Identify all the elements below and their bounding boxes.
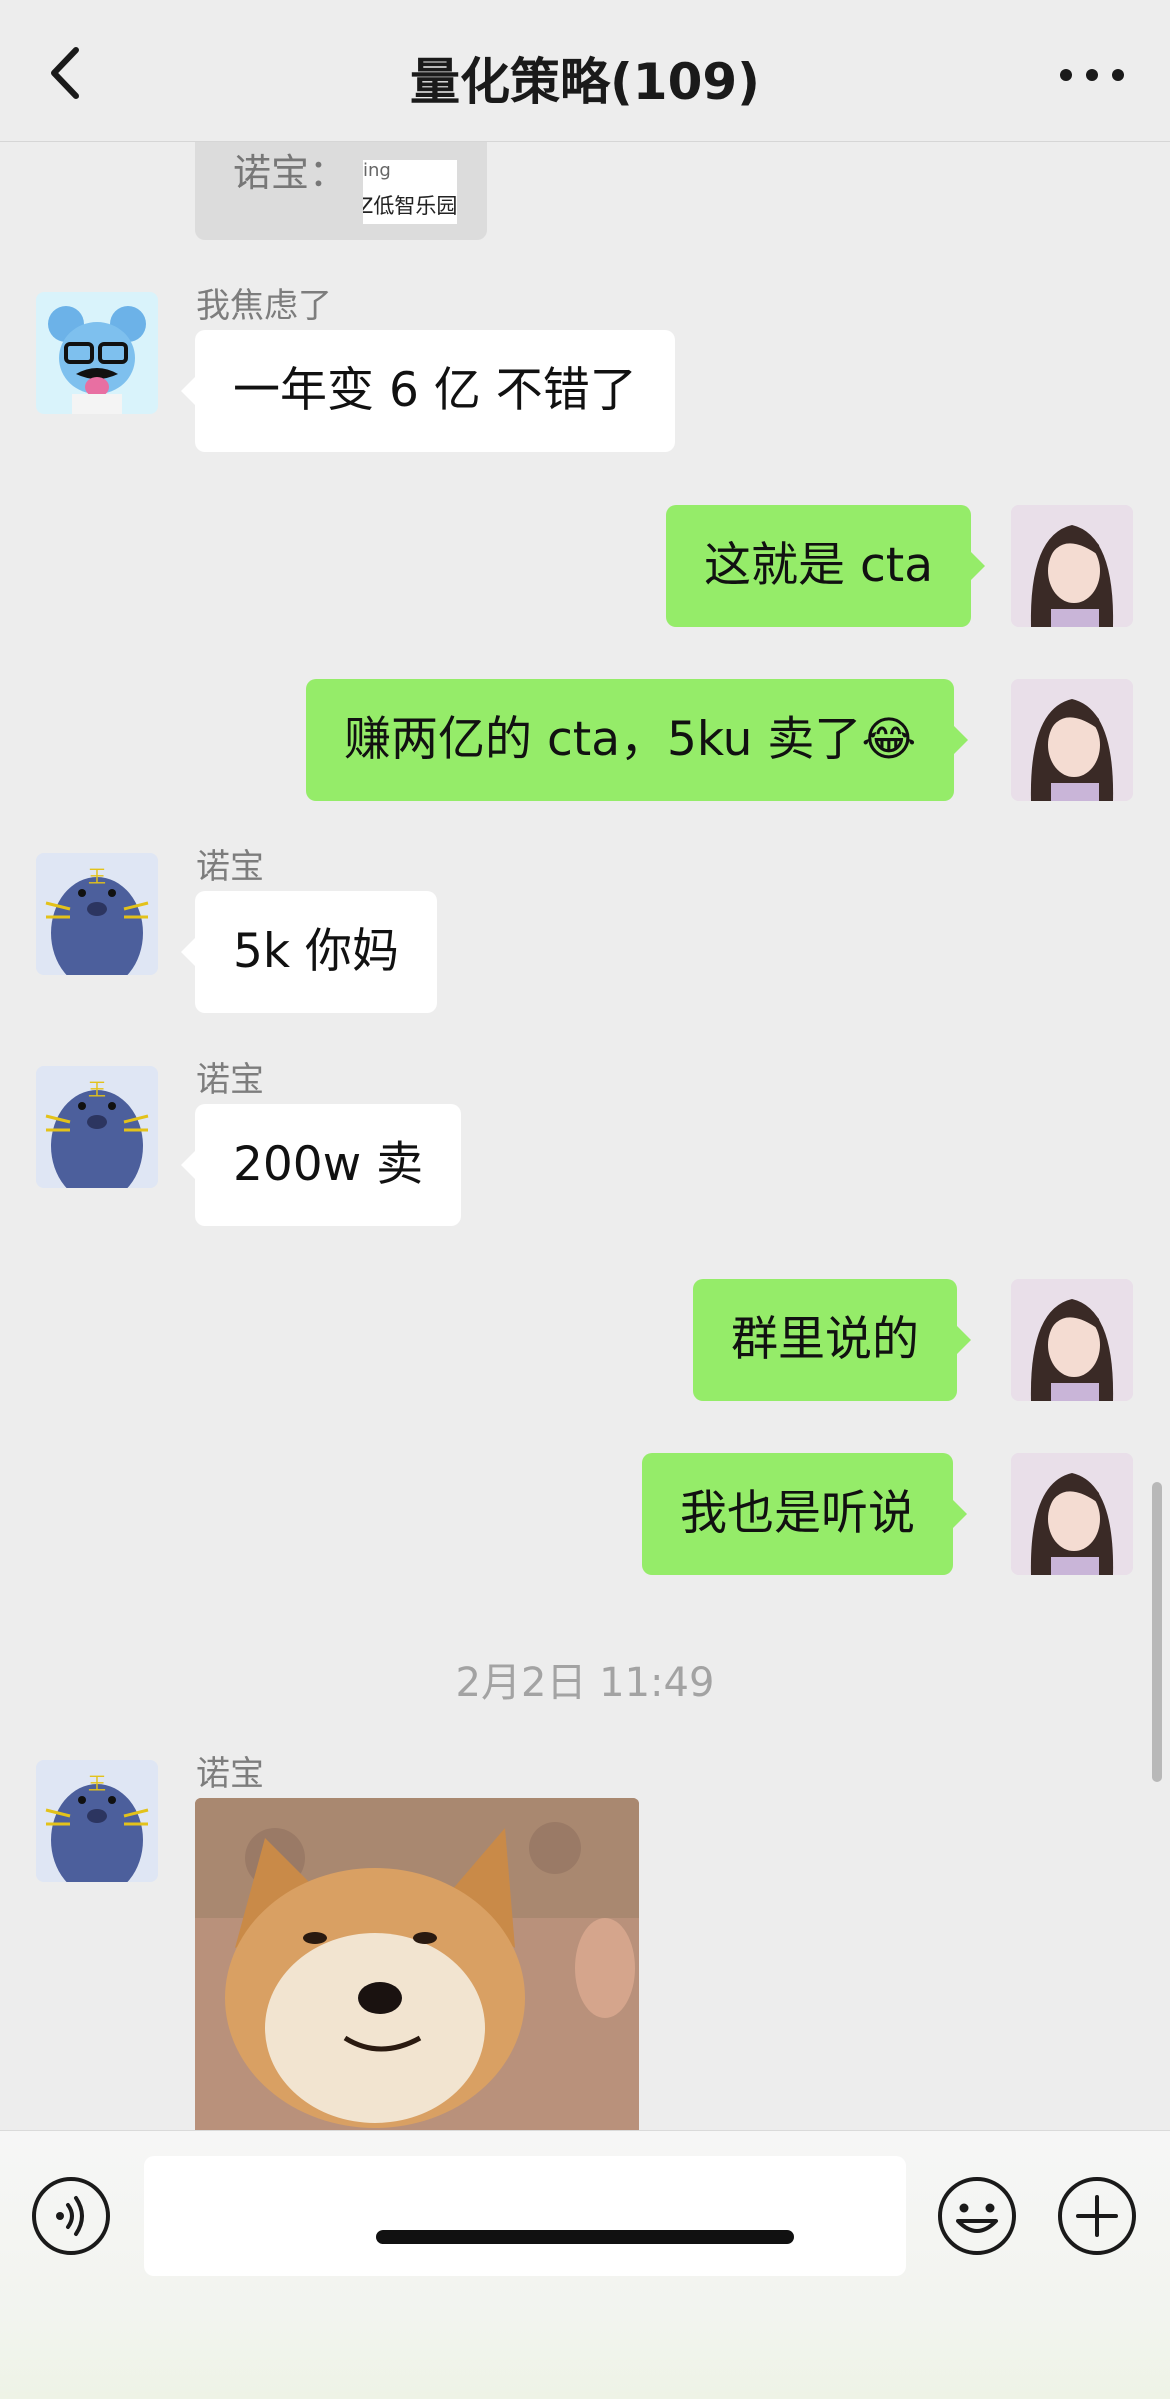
more-dots-icon [1060,69,1124,81]
sender-name: 我焦虑了 [196,286,332,326]
chat-header: 量化策略(109) [0,0,1170,142]
avatar[interactable] [1011,1279,1133,1401]
svg-text:王: 王 [88,867,106,888]
message-bubble[interactable]: 5k 你妈 [180,891,438,1013]
voice-icon [32,2177,110,2255]
plus-icon [1058,2177,1136,2255]
quoted-thumb-caption: Z低智乐园 [363,194,457,218]
message-input[interactable] [144,2156,906,2276]
seal-avatar-icon: 王 [36,1760,158,1882]
avatar[interactable] [36,292,158,414]
avatar[interactable] [1011,505,1133,627]
svg-text:王: 王 [88,1080,106,1101]
avatar[interactable]: 王 [36,1760,158,1882]
sender-name: 诺宝 [196,847,264,887]
chat-message-list[interactable]: 诺宝： ing Z低智乐园 我焦虑了 一年变 6 亿 不错了 这就是 cta 赚… [0,142,1170,2130]
page-title: 量化策略(109) [409,53,761,111]
girl-avatar-icon [1011,1279,1133,1401]
sender-name: 诺宝 [196,1754,264,1794]
sender-name: 诺宝 [196,1060,264,1100]
emoji-button[interactable] [936,2175,1018,2257]
message-bubble[interactable]: 群里说的 [693,1279,971,1401]
shiba-dog-image [195,1798,639,2130]
home-indicator [376,2230,794,2244]
seal-avatar-icon: 王 [36,853,158,975]
message-bubble[interactable]: 200w 卖 [180,1104,462,1226]
girl-avatar-icon [1011,1453,1133,1575]
more-button[interactable] [1052,50,1132,100]
seal-avatar-icon: 王 [36,1066,158,1188]
avatar[interactable]: 王 [36,853,158,975]
message-bubble[interactable]: 我也是听说 [642,1453,967,1575]
input-bar [0,2130,1170,2399]
girl-avatar-icon [1011,505,1133,627]
plus-button[interactable] [1056,2175,1138,2257]
avatar[interactable] [1011,679,1133,801]
message-bubble[interactable]: 这就是 cta [666,505,986,627]
mouse-avatar-icon [48,306,146,414]
message-bubble[interactable]: 赚两亿的 cta，5ku 卖了😂 [306,679,969,801]
message-timestamp: 2月2日 11:49 [455,1660,715,1706]
message-bubble[interactable]: 一年变 6 亿 不错了 [181,330,675,452]
emoji-icon [938,2177,1016,2255]
image-message[interactable] [195,1798,639,2130]
quoted-message-card[interactable]: 诺宝： ing Z低智乐园 [195,142,487,240]
quoted-thumb-text: ing [363,160,391,181]
quoted-sender-name: 诺宝： [233,151,348,195]
scrollbar[interactable] [1152,1482,1162,1782]
voice-button[interactable] [30,2175,112,2257]
avatar[interactable] [1011,1453,1133,1575]
avatar[interactable]: 王 [36,1066,158,1188]
girl-avatar-icon [1011,679,1133,801]
svg-text:王: 王 [88,1774,106,1795]
quoted-thumbnail: ing Z低智乐园 [363,160,457,224]
